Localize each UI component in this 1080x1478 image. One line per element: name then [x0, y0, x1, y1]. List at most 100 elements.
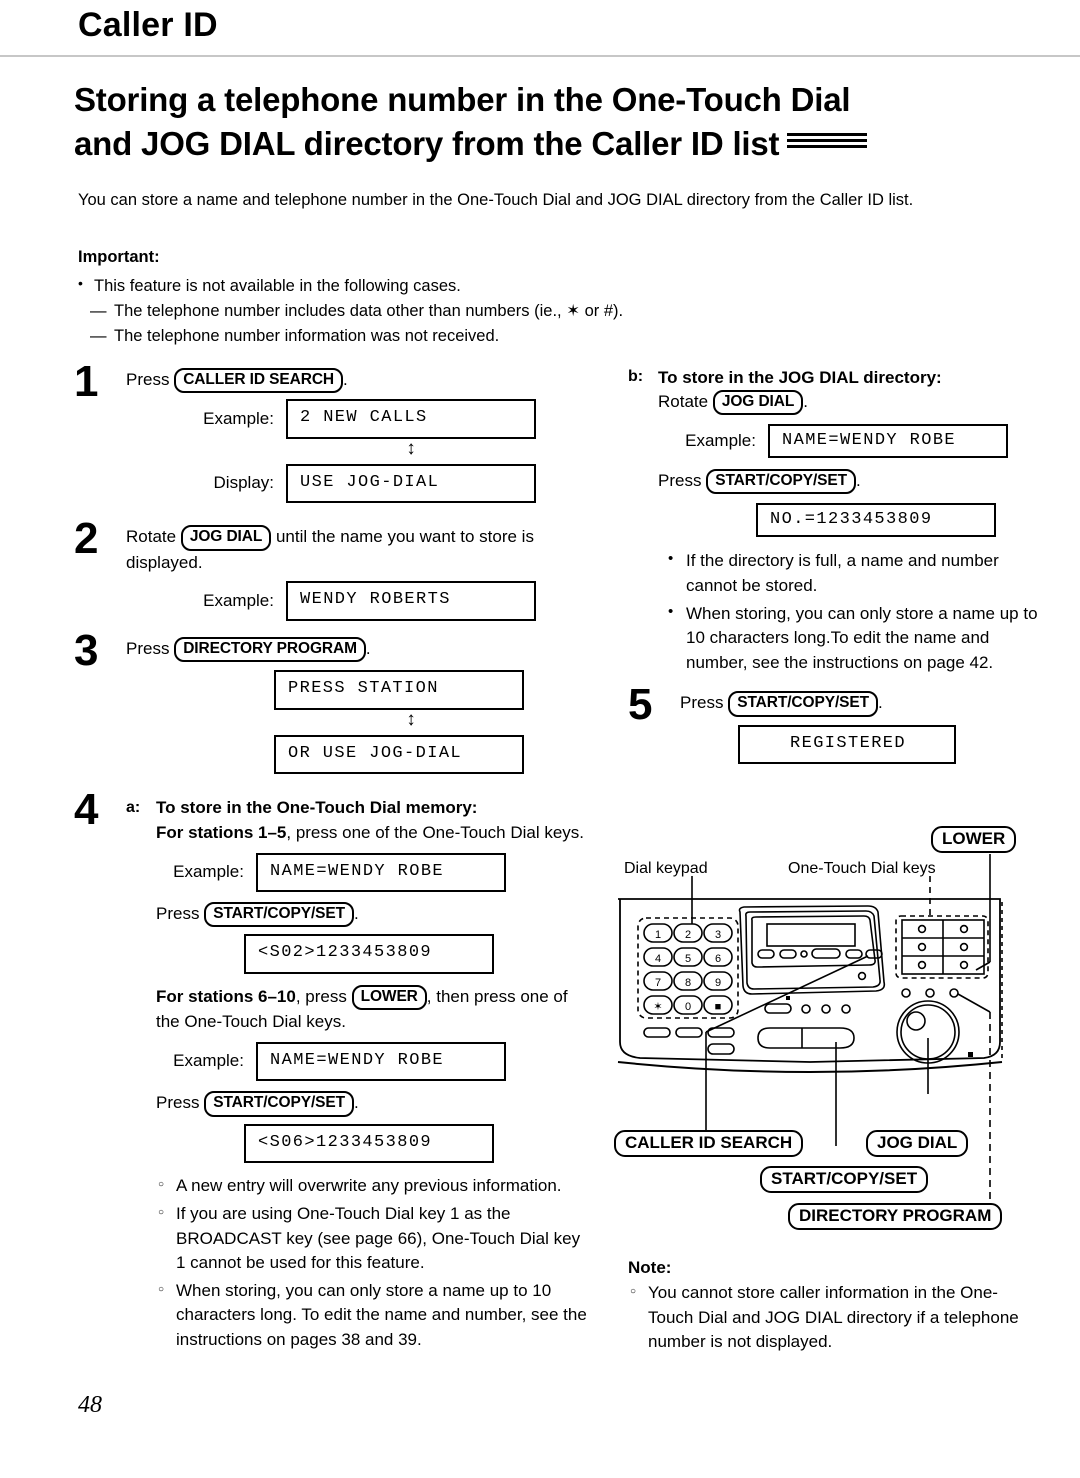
step-4a-result-1: <S02>1233453809	[244, 934, 494, 975]
step-4a-note-2: If you are using One-Touch Dial key 1 as…	[156, 1202, 594, 1276]
right-column: b: To store in the JOG DIAL directory: R…	[628, 368, 1048, 766]
page-title-line-1: Storing a telephone number in the One-To…	[74, 81, 851, 118]
status-lamp-2	[925, 988, 935, 998]
step-3-instruction: Press DIRECTORY PROGRAM.	[126, 636, 594, 663]
onetouch-key-dot-2	[959, 924, 969, 934]
step-4b-note-2: When storing, you can only store a name …	[666, 601, 1048, 676]
step-4b-heading: To store in the JOG DIAL directory:	[658, 368, 942, 387]
step-4b-result: NO.=1233453809	[756, 503, 996, 538]
step-4b-rotate-word: Rotate	[658, 392, 709, 411]
step-2: 2 Rotate JOG DIAL until the name you wan…	[74, 517, 594, 621]
caller-id-search-key-callout[interactable]: CALLER ID SEARCH	[614, 1130, 804, 1157]
step-3-period: .	[365, 638, 371, 658]
step-4a-marker: a:	[126, 799, 141, 817]
important-sub-item-2: The telephone number information was not…	[78, 324, 878, 349]
note-list: You cannot store caller information in t…	[628, 1281, 1028, 1355]
step-3-display-2: OR USE JOG-DIAL	[274, 734, 524, 775]
step-1-number: 1	[74, 357, 99, 406]
one-touch-dial-keys-label: One-Touch Dial keys	[788, 860, 936, 877]
step-5-period: .	[878, 693, 883, 713]
step-5-instruction: Press START/COPY/SET.	[680, 691, 1048, 717]
step-4a-period: .	[354, 904, 359, 924]
page-title: Storing a telephone number in the One-To…	[74, 78, 1034, 166]
important-label: Important:	[78, 248, 160, 266]
stations-1-5-bold: For stations 1–5	[156, 823, 287, 842]
step-4a-period-2: .	[354, 1093, 359, 1113]
step-3-number: 3	[74, 625, 99, 675]
document-page: Caller ID Storing a telephone number in …	[0, 0, 1080, 1478]
note-block: Note: You cannot store caller informatio…	[628, 1256, 1028, 1355]
start-copy-set-key-2[interactable]: START/COPY/SET	[204, 1091, 354, 1117]
step-4b-note-1: If the directory is full, a name and num…	[666, 548, 1048, 598]
aux-button-2	[675, 1027, 703, 1038]
step-2-instruction: Rotate JOG DIAL until the name you want …	[126, 525, 594, 575]
start-copy-set-key-1[interactable]: START/COPY/SET	[204, 902, 354, 928]
step-4a-stations-1-5: For stations 1–5, press one of the One-T…	[156, 821, 594, 846]
header-divider	[0, 55, 1080, 57]
start-copy-set-button	[757, 1027, 855, 1049]
intro-paragraph: You can store a name and telephone numbe…	[78, 191, 914, 209]
step-2-example-row: Example: WENDY ROBERTS	[126, 581, 594, 621]
center-button-1	[764, 1003, 792, 1014]
important-sub-item-1: The telephone number includes data other…	[78, 299, 878, 324]
svg-text:3: 3	[715, 929, 721, 941]
lower-key-callout[interactable]: LOWER	[931, 826, 1017, 853]
svg-text:7: 7	[655, 977, 661, 989]
caller-id-search-key[interactable]: CALLER ID SEARCH	[174, 368, 344, 394]
step-4b-example-row: Example: NAME=WENDY ROBE	[628, 424, 1048, 459]
step-3-display-row-2: OR USE JOG-DIAL	[126, 734, 594, 775]
lcd-screen	[766, 923, 856, 947]
step-5: 5 Press START/COPY/SET. REGISTERED	[628, 683, 1048, 765]
step-4a-example-display: NAME=WENDY ROBE	[256, 852, 506, 893]
lower-key[interactable]: LOWER	[351, 985, 427, 1011]
callout-directory-program	[957, 993, 991, 1013]
important-list: This feature is not available in the fol…	[78, 273, 878, 349]
step-5-result: REGISTERED	[738, 724, 956, 765]
left-column: 1 Press CALLER ID SEARCH. Example: 2 NEW…	[74, 360, 594, 1355]
step-4a-press-word: Press	[156, 904, 200, 924]
step-1: 1 Press CALLER ID SEARCH. Example: 2 NEW…	[74, 360, 594, 504]
step-1-display-label: Display:	[213, 473, 274, 493]
note-bullet-1: You cannot store caller information in t…	[628, 1281, 1028, 1355]
step-4a-note-1: A new entry will overwrite any previous …	[156, 1174, 594, 1199]
machine-mark	[968, 1052, 973, 1057]
svg-text:5: 5	[685, 953, 691, 965]
directory-program-key[interactable]: DIRECTORY PROGRAM	[174, 636, 366, 663]
stations-1-5-rest: , press one of the One-Touch Dial keys.	[286, 823, 585, 842]
svg-text:0: 0	[685, 1001, 691, 1013]
step-1-display-row: Display: USE JOG-DIAL	[126, 463, 594, 504]
step-3-display-1: PRESS STATION	[274, 670, 524, 710]
console-softkey-3	[845, 949, 863, 959]
step-4b-notes-list: If the directory is full, a name and num…	[628, 548, 1048, 676]
jog-dial-key[interactable]: JOG DIAL	[180, 525, 272, 551]
console-indicator-dot	[800, 950, 808, 958]
step-4: 4 a: To store in the One-Touch Dial memo…	[74, 788, 594, 1352]
step-2-number: 2	[74, 514, 99, 564]
step-4a-result-2: <S06>1233453809	[244, 1123, 494, 1164]
step-3-display-row-1: PRESS STATION	[126, 670, 594, 710]
jog-dial-key-callout[interactable]: JOG DIAL	[866, 1130, 969, 1157]
start-copy-set-key-4[interactable]: START/COPY/SET	[728, 691, 878, 717]
directory-program-key-callout[interactable]: DIRECTORY PROGRAM	[788, 1203, 1003, 1230]
callout-caller-id-search	[705, 955, 869, 1033]
step-1-example-label: Example:	[203, 408, 274, 428]
title-underline-rule	[787, 132, 868, 148]
step-1-example-row: Example: 2 NEW CALLS	[126, 399, 594, 439]
svg-text:9: 9	[715, 977, 721, 989]
aux-button-4	[707, 1043, 735, 1055]
step-4a-notes-list: A new entry will overwrite any previous …	[126, 1174, 594, 1352]
start-copy-set-key-callout[interactable]: START/COPY/SET	[760, 1166, 929, 1193]
aux-button-1	[643, 1027, 671, 1038]
step-4a-heading-block: a: To store in the One-Touch Dial memory…	[126, 796, 594, 845]
step-4b-result-row: NO.=1233453809	[628, 503, 1048, 538]
jog-dial-key-2[interactable]: JOG DIAL	[712, 390, 804, 416]
dial-keypad-label: Dial keypad	[624, 860, 708, 877]
page-number: 48	[78, 1392, 102, 1418]
step-3: 3 Press DIRECTORY PROGRAM. PRESS STATION…	[74, 628, 594, 775]
svg-text:2: 2	[685, 929, 691, 941]
console-softkey-wide	[811, 948, 841, 959]
step-4b-press-set: Press START/COPY/SET.	[628, 469, 1048, 495]
step-4a-result-row-1: <S02>1233453809	[126, 934, 594, 975]
start-copy-set-key-3[interactable]: START/COPY/SET	[706, 469, 856, 495]
step-4b-period-2: .	[856, 471, 861, 491]
